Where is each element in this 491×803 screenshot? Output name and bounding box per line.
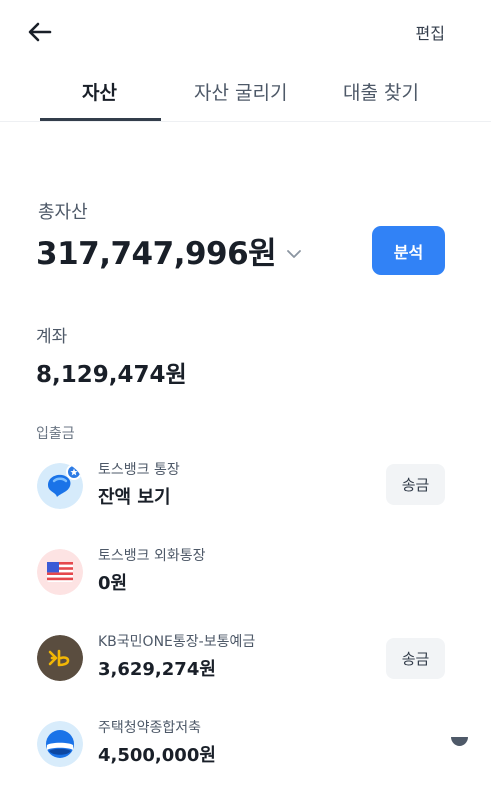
total-assets-value: 317,747,996원 [36, 236, 277, 272]
account-name: 토스뱅크 외화통장 [98, 548, 206, 564]
account-name: 주택청약종합저축 [98, 720, 202, 736]
top-bar: 편집 [0, 0, 491, 62]
list-item[interactable]: 토스뱅크 외화통장 0원 [0, 545, 491, 605]
accounts-total-value: 8,129,474원 [36, 362, 187, 388]
edit-button[interactable]: 편집 [416, 20, 445, 44]
chevron-down-icon [287, 249, 302, 258]
list-item[interactable]: 토스뱅크 통장 잔액 보기 송금 [0, 459, 491, 519]
tab-bar: 자산 자산 굴리기 대출 찾기 [0, 70, 491, 122]
send-money-button[interactable]: 송금 [386, 464, 445, 505]
toss-bank-icon [37, 463, 83, 509]
tab-assets[interactable]: 자산 [82, 78, 117, 105]
floating-handle-icon[interactable] [450, 736, 469, 747]
account-name: 토스뱅크 통장 [98, 462, 180, 478]
total-assets-label: 총자산 [38, 202, 88, 223]
analyze-button[interactable]: 분석 [372, 226, 445, 275]
active-tab-indicator [40, 118, 161, 121]
back-arrow-icon[interactable] [26, 18, 54, 46]
us-flag-icon [37, 549, 83, 595]
tab-invest[interactable]: 자산 굴리기 [194, 78, 287, 105]
assets-screen: 편집 자산 자산 굴리기 대출 찾기 총자산 317,747,996원 분석 계… [0, 0, 491, 803]
list-item[interactable]: 주택청약종합저축 4,500,000원 [0, 717, 491, 777]
housing-savings-icon [37, 721, 83, 767]
account-balance: 3,629,274원 [98, 659, 216, 680]
kb-bank-icon [37, 635, 83, 681]
accounts-label: 계좌 [36, 327, 68, 347]
account-balance: 0원 [98, 573, 128, 594]
balance-view-link[interactable]: 잔액 보기 [98, 483, 171, 509]
send-money-button[interactable]: 송금 [386, 638, 445, 679]
deposit-withdrawal-label: 입출금 [36, 426, 75, 442]
list-item[interactable]: KB국민ONE통장-보통예금 3,629,274원 송금 [0, 631, 491, 691]
tab-loan[interactable]: 대출 찾기 [343, 78, 419, 105]
account-name: KB국민ONE통장-보통예금 [98, 634, 256, 650]
account-balance: 4,500,000원 [98, 745, 216, 766]
total-assets-toggle[interactable]: 317,747,996원 [36, 228, 302, 273]
